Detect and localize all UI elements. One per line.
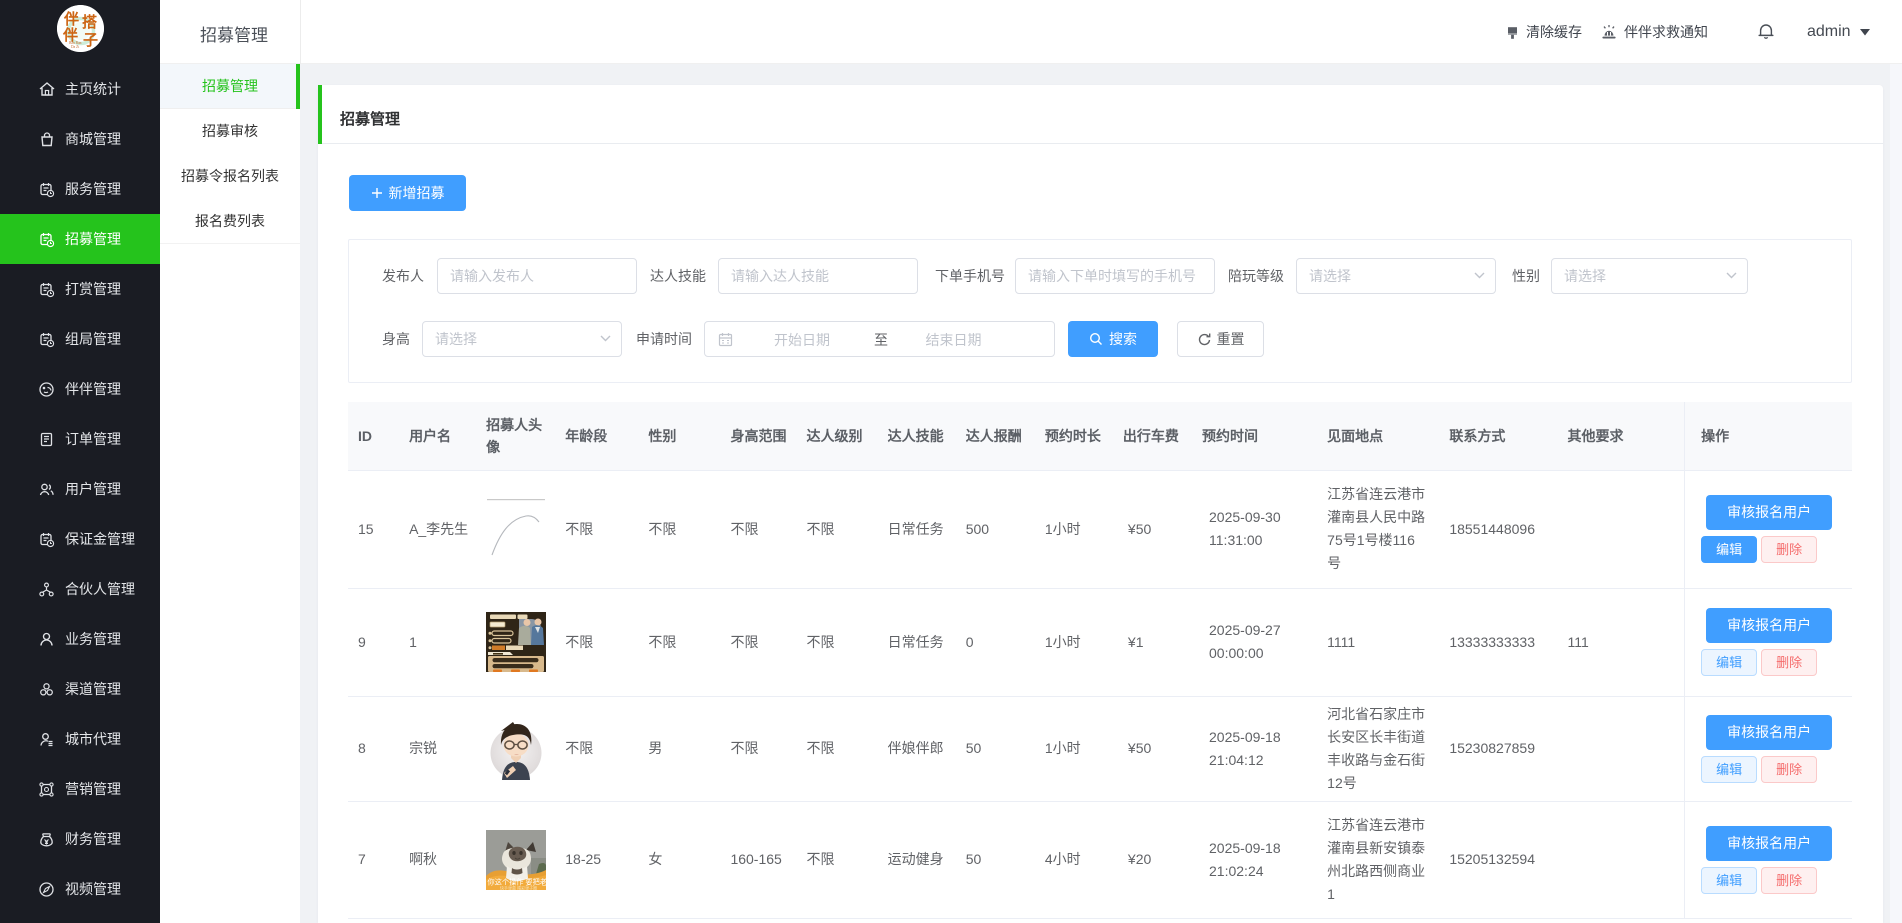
svg-text:搭: 搭 — [82, 13, 97, 31]
svg-text:Da Zi: Da Zi — [71, 45, 79, 49]
svg-text:子: 子 — [83, 32, 98, 49]
svg-text:伴: 伴 — [63, 10, 79, 28]
svg-text:快手弹幕 精彩弹子圈: 快手弹幕 精彩弹子圈 — [500, 884, 537, 890]
